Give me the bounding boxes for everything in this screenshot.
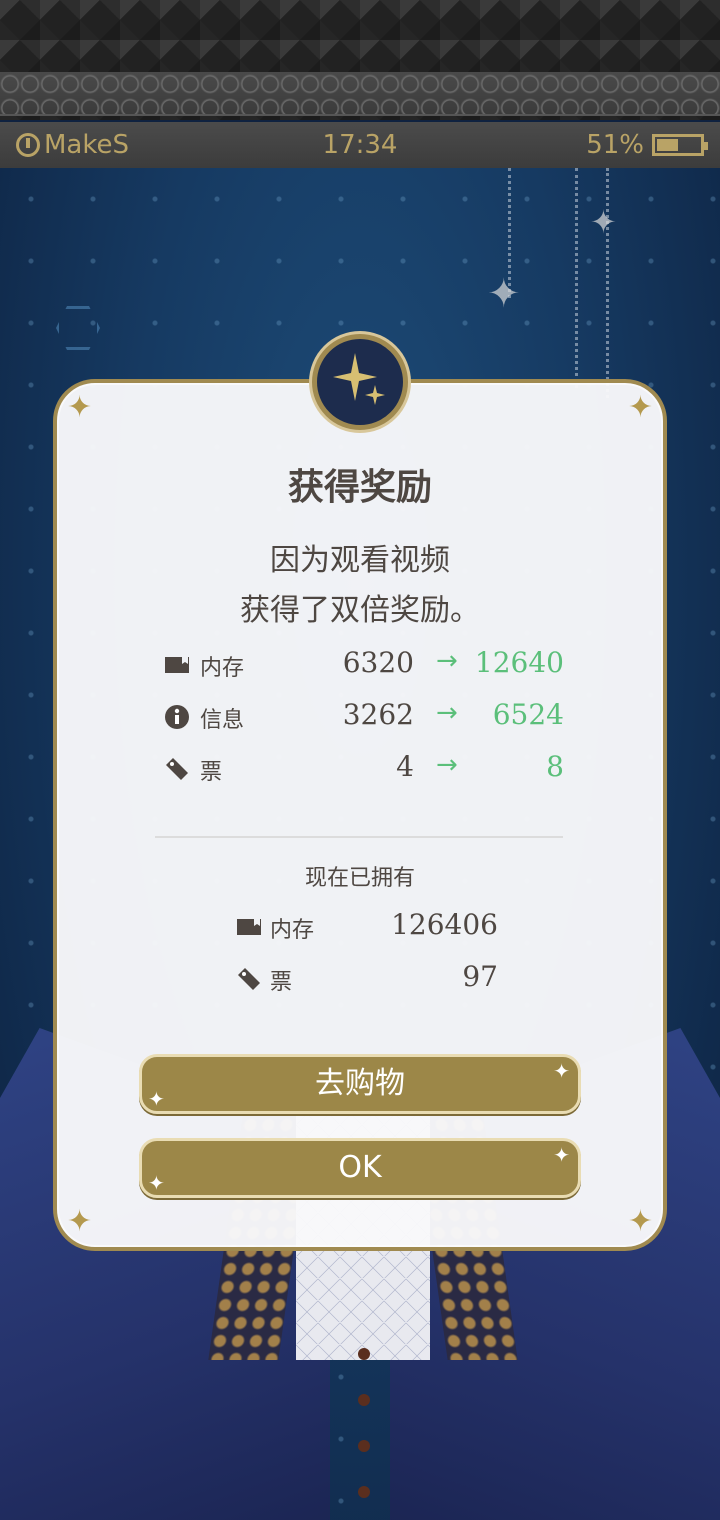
owned-row-ticket: 票 97 [0,960,720,1000]
info-icon [165,705,189,729]
corner-sparkle-icon: ✦ [67,1204,93,1239]
reward-label: 票 [200,760,223,785]
memory-card-icon [165,657,189,673]
battery-fill [657,139,678,151]
vest-button [358,1394,370,1406]
arrow-right-icon: → [436,646,458,676]
go-shopping-button[interactable]: 去购物 ✦ ✦ [139,1054,581,1114]
reward-label: 内存 [200,656,245,681]
lace-trim-decoration [0,72,720,116]
dialog-message: 因为观看视频 获得了双倍奖励。 [53,536,667,636]
sparkle-icon: ✦ [553,1143,570,1167]
owned-value: 126406 [391,908,498,941]
vest-button [358,1440,370,1452]
owned-label: 内存 [270,918,315,943]
arrow-right-icon: → [436,750,458,780]
ticket-icon [166,758,188,780]
vest-button [358,1348,370,1360]
sparkle-icon: ✦ [148,1171,165,1195]
star-medallion-icon [312,334,408,430]
sparkle-icon: ✦ [148,1087,165,1111]
reward-row-info: 信息 3262 → 6524 [0,698,720,738]
hanging-chain [575,168,578,388]
reward-before-value: 4 [396,750,414,783]
ticket-icon [238,968,260,990]
ok-label: OK [338,1150,382,1185]
corner-sparkle-icon: ✦ [627,1204,653,1239]
sparkle-icon: ✦ [553,1059,570,1083]
memory-card-icon [237,919,261,935]
message-line: 因为观看视频 [270,543,450,578]
reward-row-ticket: 票 4 → 8 [0,750,720,790]
status-bar: MakeS 17:34 51% [0,122,720,168]
owned-section-title: 现在已拥有 [304,866,415,891]
battery-status: 51% [586,130,708,160]
reward-row-memory: 内存 6320 → 12640 [0,646,720,686]
vest-button [358,1486,370,1498]
message-line: 获得了双倍奖励。 [240,593,480,628]
reward-after-value: 12640 [474,646,564,679]
sparkle-star-icon: ✦ [487,271,521,317]
hexagon-decoration [56,306,100,350]
owned-label: 票 [270,970,293,995]
battery-percent: 51% [586,130,644,160]
ok-button[interactable]: OK ✦ ✦ [139,1138,581,1198]
reward-after-value: 8 [546,750,564,783]
corner-sparkle-icon: ✦ [67,390,93,425]
reward-label: 信息 [200,708,245,733]
reward-before-value: 3262 [342,698,414,731]
sparkle-star-icon: ✦ [590,203,617,241]
reward-after-value: 6524 [492,698,564,731]
dialog-title: 获得奖励 [287,467,432,508]
corner-sparkle-icon: ✦ [627,390,653,425]
arrow-right-icon: → [436,698,458,728]
owned-row-memory: 内存 126406 [0,908,720,948]
go-shopping-label: 去购物 [315,1066,405,1101]
reward-before-value: 6320 [342,646,414,679]
owned-value: 97 [462,960,498,993]
battery-icon [652,134,708,156]
section-divider [155,836,563,838]
